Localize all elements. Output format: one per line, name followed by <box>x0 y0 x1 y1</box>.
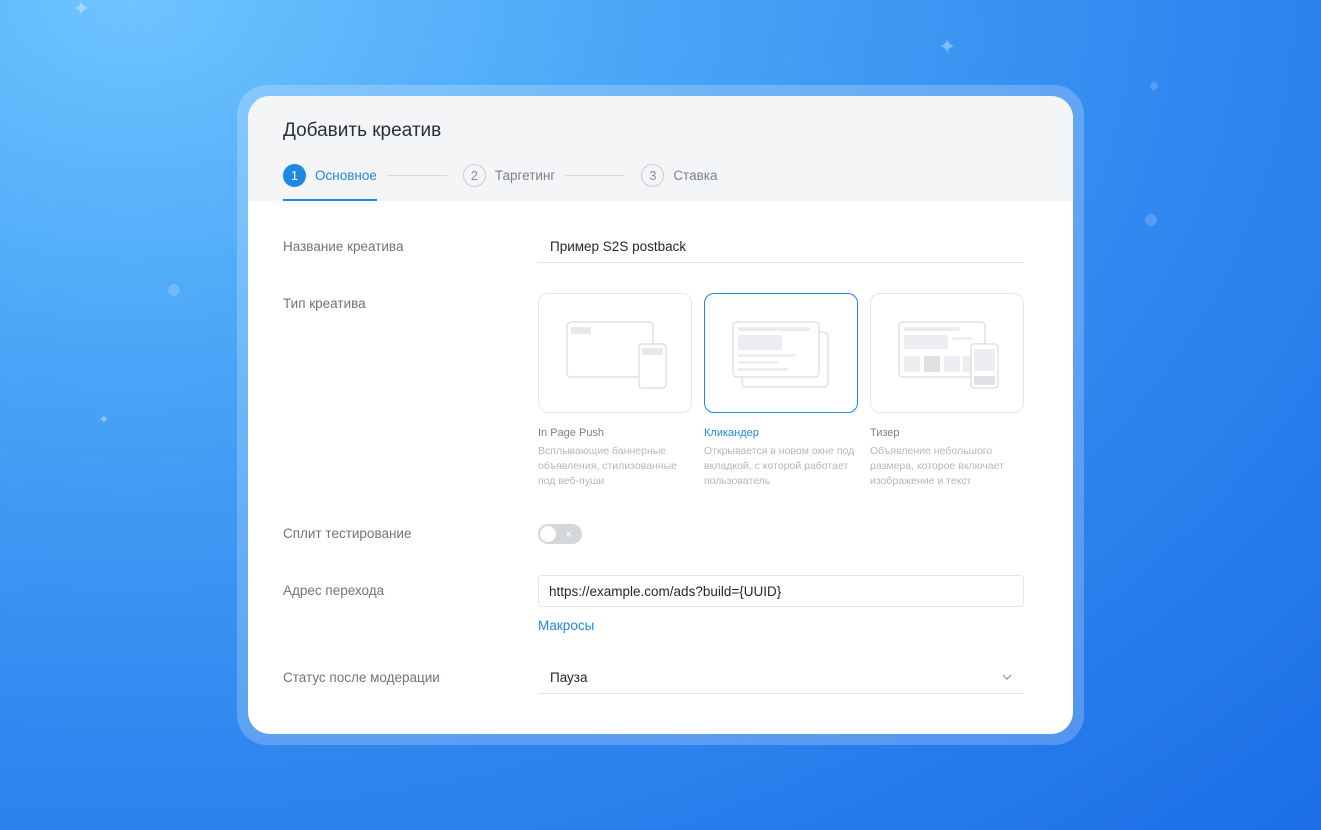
type-card-clickunder[interactable] <box>704 293 858 413</box>
creative-name-value: Пример S2S postback <box>550 239 687 254</box>
type-title-in-page-push: In Page Push <box>538 427 605 439</box>
type-desc-clickunder: Открывается в новом окне под вкладкой, с… <box>704 445 855 487</box>
step-label: Таргетинг <box>494 167 556 183</box>
redirect-url-input[interactable]: https://example.com/ads?build={UUID} <box>538 575 1024 607</box>
chevron-down-icon <box>1002 674 1012 680</box>
step-number: 2 <box>462 163 486 187</box>
step-number: 1 <box>283 163 306 187</box>
macros-link[interactable]: Макросы <box>538 618 594 633</box>
step-connector <box>565 174 626 176</box>
step-bid[interactable]: 3 Ставка <box>641 163 717 187</box>
type-desc-teaser: Объявление небольшого размера, которое в… <box>870 445 1004 487</box>
type-desc-in-page-push: Всплывающие баннерные объявления, стилиз… <box>538 445 677 487</box>
step-label: Основное <box>315 167 377 183</box>
redirect-url-value: https://example.com/ads?build={UUID} <box>549 583 782 599</box>
type-card-in-page-push[interactable] <box>538 293 692 413</box>
background-dot <box>168 284 180 296</box>
creative-name-label: Название креатива <box>283 239 404 254</box>
step-connector <box>386 174 447 176</box>
card-header: Добавить креатив 1 Основное 2 Таргетинг … <box>248 96 1073 201</box>
sparkle-icon: ✦ <box>72 0 91 21</box>
in-page-push-illustration <box>566 321 667 389</box>
clickunder-illustration <box>732 321 829 388</box>
step-basic[interactable]: 1 Основное <box>283 163 377 201</box>
page-title: Добавить креатив <box>283 120 442 141</box>
step-targeting[interactable]: 2 Таргетинг <box>462 163 556 187</box>
status-selected-value: Пауза <box>550 670 588 685</box>
add-creative-card: Добавить креатив 1 Основное 2 Таргетинг … <box>248 96 1073 734</box>
type-card-teaser[interactable] <box>870 293 1024 413</box>
teaser-illustration <box>898 321 999 389</box>
status-after-moderation-label: Статус после модерации <box>283 670 440 685</box>
step-number: 3 <box>641 163 665 187</box>
split-testing-toggle[interactable]: × <box>538 524 582 544</box>
toggle-knob <box>540 526 556 542</box>
close-icon: × <box>565 527 573 541</box>
step-label: Ставка <box>673 167 718 183</box>
stepper: 1 Основное 2 Таргетинг 3 Ставка <box>283 163 717 201</box>
split-testing-label: Сплит тестирование <box>283 526 412 541</box>
background-dot <box>1150 82 1158 90</box>
sparkle-icon: ✦ <box>98 411 110 427</box>
type-title-clickunder: Кликандер <box>704 427 759 439</box>
status-select[interactable]: Пауза <box>538 662 1024 694</box>
background-dot <box>1145 214 1157 226</box>
type-title-teaser: Тизер <box>870 427 900 439</box>
creative-name-input[interactable]: Пример S2S postback <box>538 230 1024 263</box>
creative-type-label: Тип креатива <box>283 296 366 311</box>
sparkle-icon: ✦ <box>938 34 957 59</box>
redirect-url-label: Адрес перехода <box>283 583 385 598</box>
